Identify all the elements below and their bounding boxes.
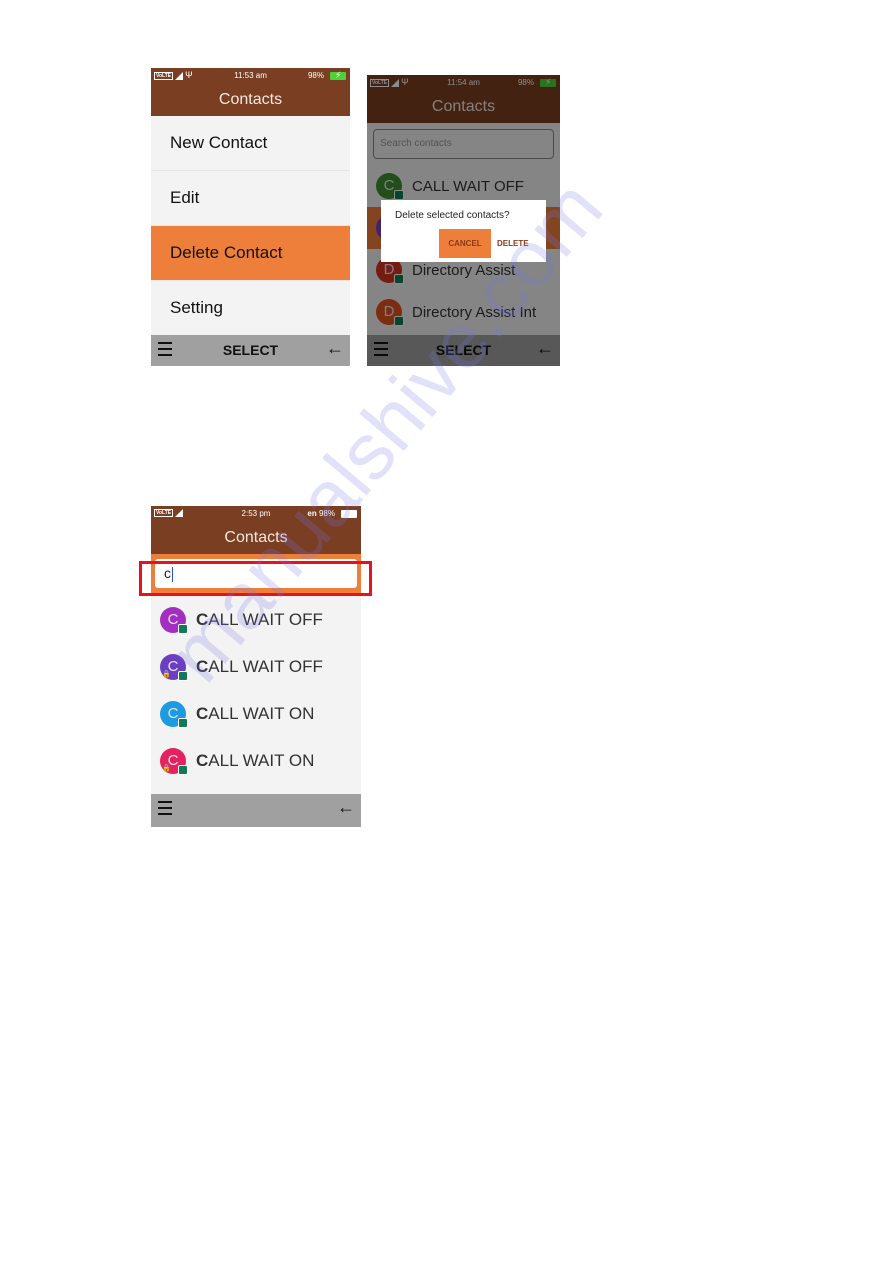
contact-name: CALL WAIT ON — [196, 750, 315, 770]
battery-percent: 98% — [307, 71, 324, 80]
menu-item-new-contact[interactable]: New Contact — [151, 116, 350, 171]
search-highlight-box — [139, 561, 372, 596]
avatar: 🔒 C — [160, 747, 188, 775]
contact-row[interactable]: C CALL WAIT OFF — [151, 596, 361, 643]
menu-item-edit[interactable]: Edit — [151, 171, 350, 226]
page-title: Contacts — [151, 522, 361, 554]
back-arrow-icon[interactable]: ← — [337, 797, 355, 818]
screen-options-menu: VoLTE Ψ 11:53 am 98% ⚡ Contacts New Cont… — [151, 68, 350, 366]
select-softkey[interactable]: SELECT — [151, 335, 350, 366]
sim-badge-icon — [178, 623, 188, 634]
sim-badge-icon — [178, 764, 188, 775]
avatar: C — [160, 606, 188, 634]
input-language: en — [307, 509, 317, 518]
contact-name: CALL WAIT ON — [196, 703, 315, 723]
cancel-button[interactable]: CANCEL — [439, 229, 491, 258]
sim-badge-icon — [178, 717, 188, 728]
softkey-bar: ← — [151, 794, 361, 827]
contact-row[interactable]: 🔒 C CALL WAIT OFF — [151, 643, 361, 690]
screen-delete-dialog: VoLTE Ψ 11:54 am 98% ⚡ Contacts Search c… — [367, 75, 560, 366]
status-bar: VoLTE 2:53 pm en 98% — [151, 506, 361, 522]
contact-row[interactable]: 🔒 C CALL WAIT ON — [151, 737, 361, 784]
screen-search-results: VoLTE 2:53 pm en 98% Contacts c C CALL W… — [151, 506, 361, 827]
contact-name: CALL WAIT OFF — [196, 609, 323, 629]
back-arrow-icon[interactable]: ← — [326, 338, 344, 359]
delete-confirm-dialog: Delete selected contacts? CANCEL DELETE — [381, 200, 546, 262]
menu-item-setting[interactable]: Setting — [151, 281, 350, 336]
menu-icon[interactable] — [158, 801, 172, 815]
avatar: 🔒 C — [160, 653, 188, 681]
options-menu: New Contact Edit Delete Contact Setting — [151, 116, 350, 336]
avatar: C — [160, 700, 188, 728]
delete-button[interactable]: DELETE — [497, 229, 529, 258]
battery-percent: en 98% — [307, 509, 335, 518]
battery-icon — [341, 510, 357, 518]
sim-badge-icon — [178, 670, 188, 681]
menu-item-delete-contact[interactable]: Delete Contact — [151, 226, 350, 281]
status-bar: VoLTE Ψ 11:53 am 98% ⚡ — [151, 68, 350, 84]
battery-charging-icon: ⚡ — [330, 70, 346, 80]
contact-row[interactable]: C CALL WAIT ON — [151, 690, 361, 737]
lock-icon: 🔒 — [162, 670, 171, 678]
page-title: Contacts — [151, 84, 350, 116]
lock-icon: 🔒 — [162, 764, 171, 772]
contact-list: C CALL WAIT OFF 🔒 C CALL WAIT OFF C CALL … — [151, 594, 361, 784]
dialog-message: Delete selected contacts? — [395, 210, 510, 221]
contact-name: CALL WAIT OFF — [196, 656, 323, 676]
softkey-bar: SELECT ← — [151, 335, 350, 366]
